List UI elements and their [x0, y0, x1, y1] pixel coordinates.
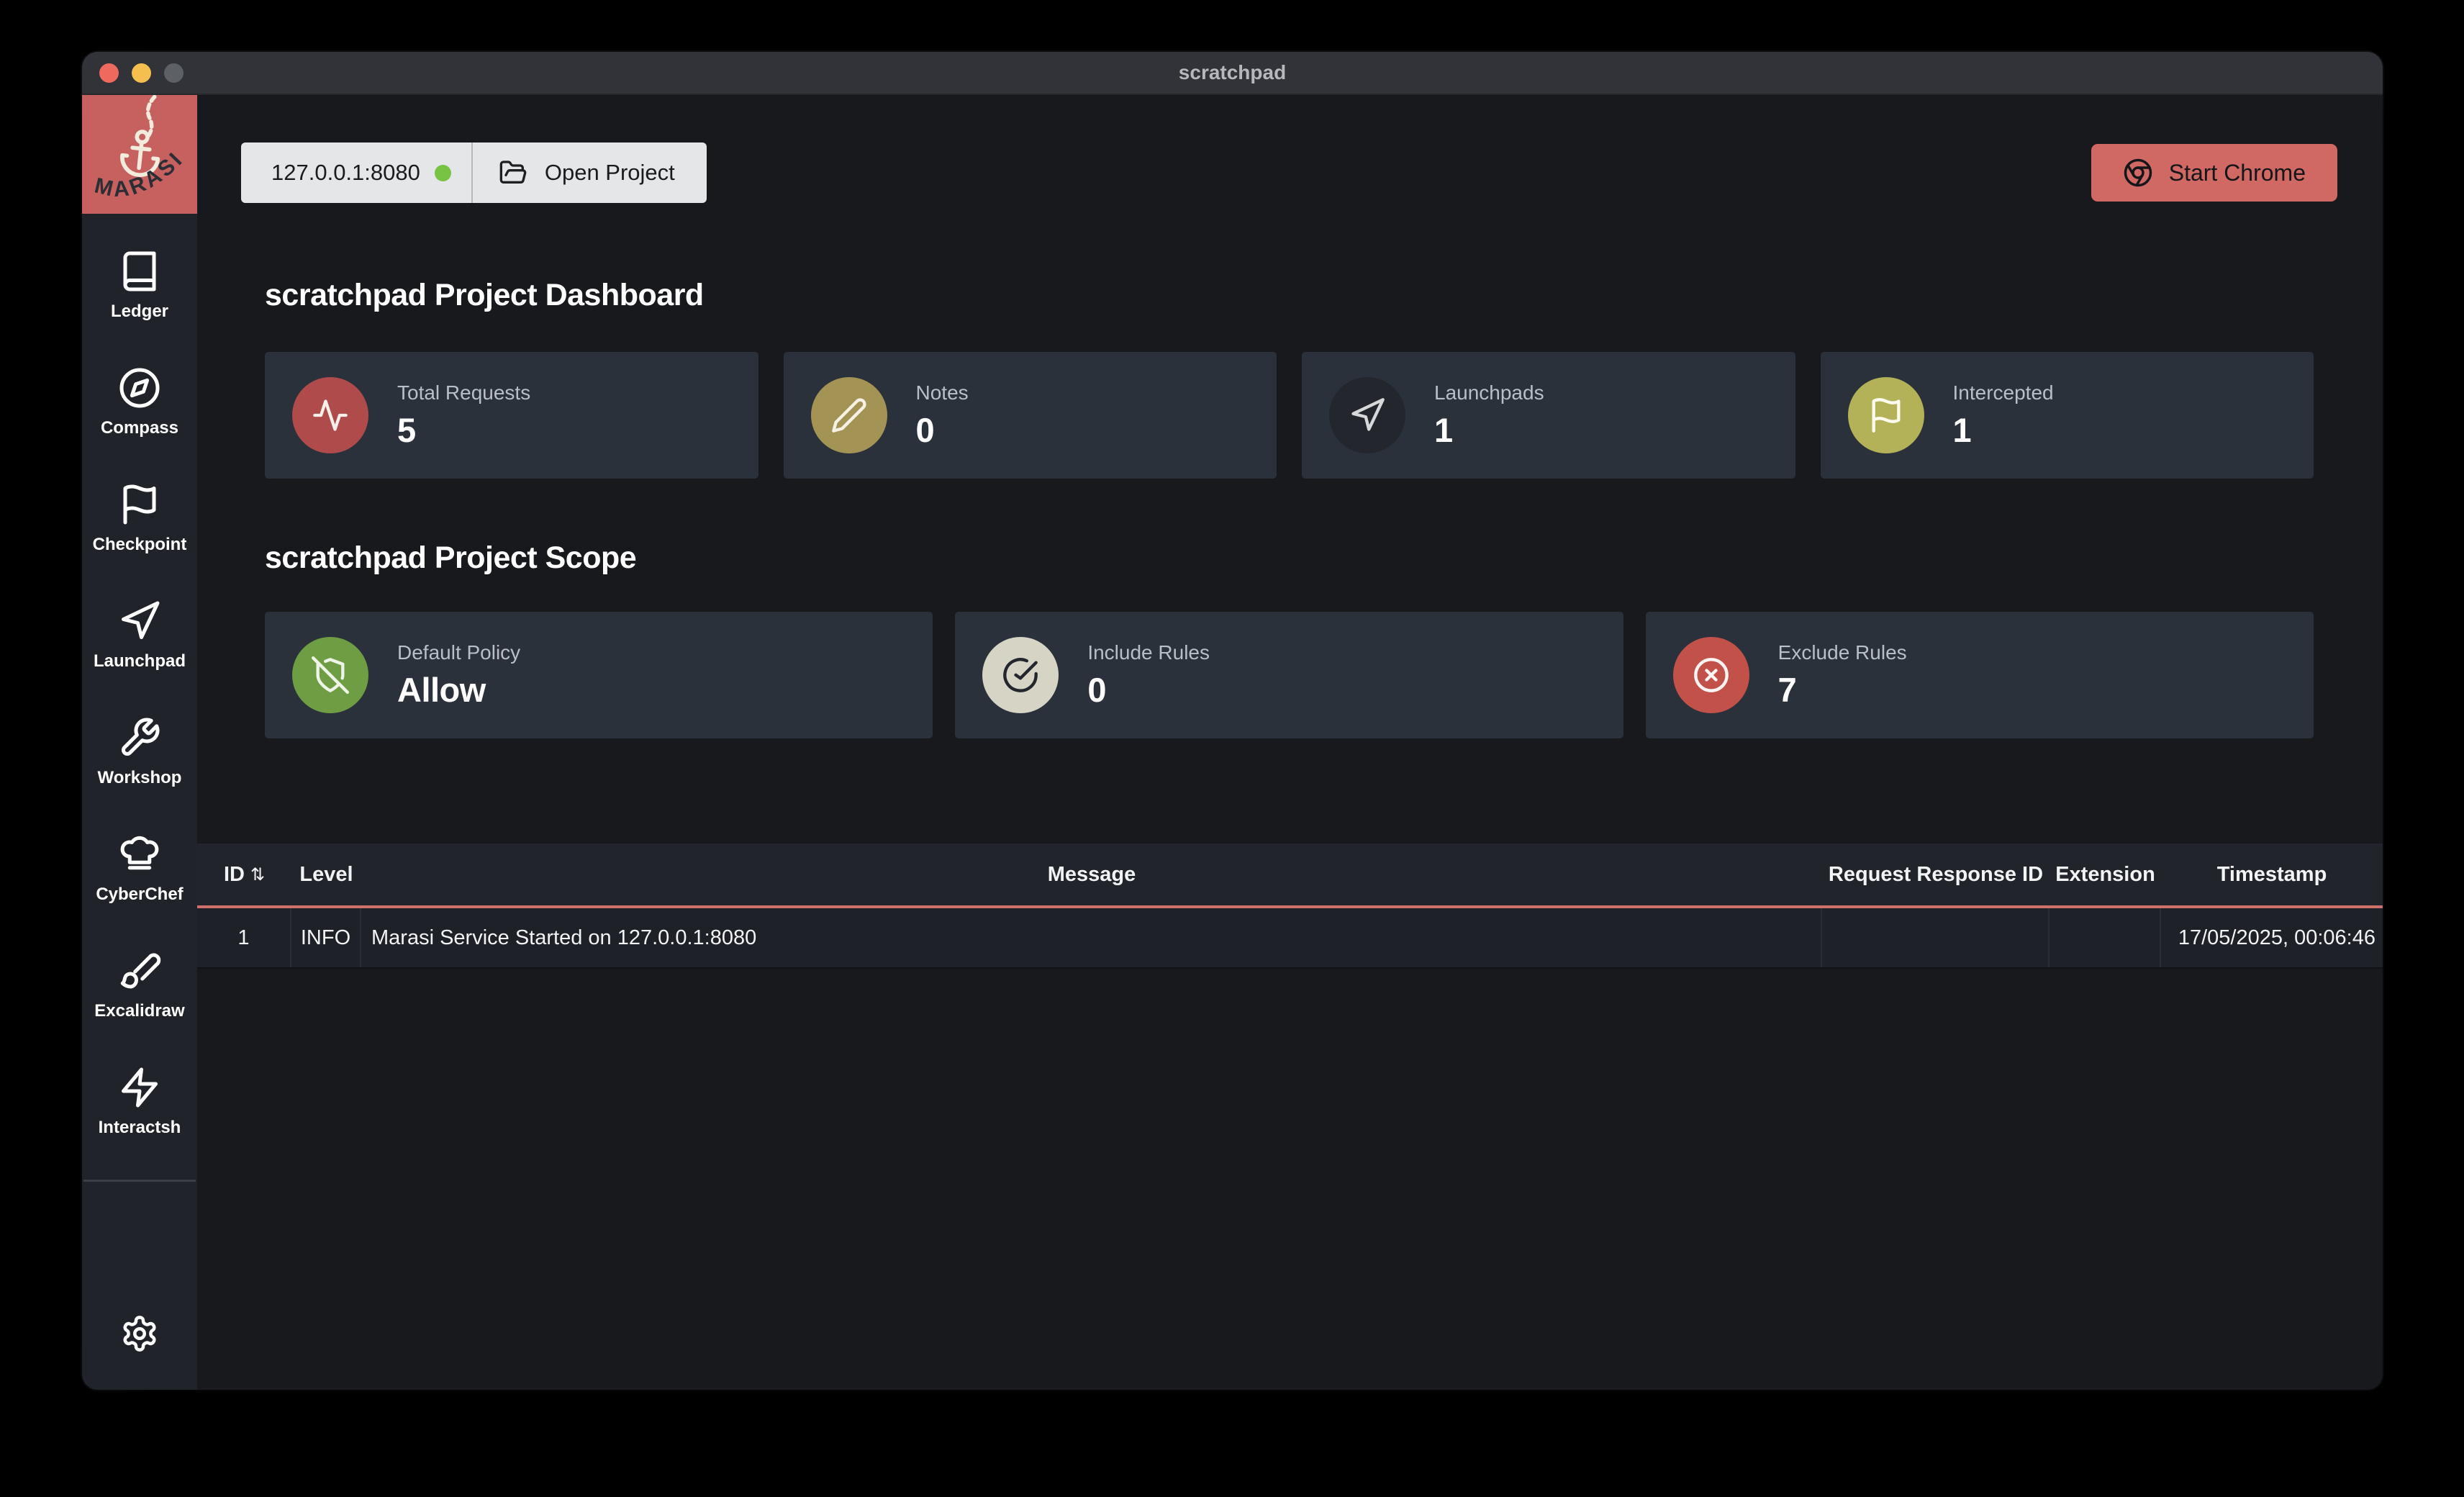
x-circle-icon — [1693, 656, 1730, 694]
wrench-icon — [118, 716, 161, 759]
proxy-control: 127.0.0.1:8080 Open Project — [241, 143, 707, 203]
log-cell-timestamp: 17/05/2025, 00:06:46 — [2161, 908, 2383, 967]
window-title: scratchpad — [1179, 61, 1286, 84]
scope-label: Default Policy — [397, 641, 520, 664]
dashboard-title: scratchpad Project Dashboard — [265, 278, 2314, 313]
proxy-status-dot — [435, 165, 451, 181]
log-table-header: ID⇅ Level Message Request Response ID Ex… — [197, 844, 2383, 908]
sidebar-divider — [83, 1180, 196, 1182]
sidebar-nav: Ledger Compass Check — [93, 250, 187, 1138]
sort-icon: ⇅ — [250, 864, 265, 885]
proxy-address-label: 127.0.0.1:8080 — [271, 160, 420, 186]
book-icon — [118, 250, 161, 293]
stat-value: 1 — [1434, 410, 1544, 450]
proxy-address[interactable]: 127.0.0.1:8080 — [241, 143, 471, 203]
stat-card-intercepted: Intercepted 1 — [1821, 352, 2314, 479]
scope-title: scratchpad Project Scope — [265, 541, 2314, 576]
scope-card-exclude-rules: Exclude Rules 7 — [1646, 612, 2314, 738]
toolbar: 127.0.0.1:8080 Open Project — [197, 95, 2383, 203]
open-project-label: Open Project — [545, 160, 675, 186]
stat-value: 0 — [916, 410, 969, 450]
start-chrome-label: Start Chrome — [2169, 160, 2306, 186]
log-cell-id: 1 — [197, 908, 291, 967]
scope-value: 7 — [1778, 670, 1907, 710]
activity-icon — [312, 397, 349, 434]
desktop-background: scratchpad — [0, 0, 2464, 1497]
stat-label: Launchpads — [1434, 381, 1544, 404]
column-header-id[interactable]: ID⇅ — [197, 844, 291, 905]
stat-label: Notes — [916, 381, 969, 404]
sidebar-item-interactsh[interactable]: Interactsh — [99, 1066, 181, 1138]
main-panel: 127.0.0.1:8080 Open Project — [197, 95, 2383, 1390]
sidebar-item-workshop[interactable]: Workshop — [98, 716, 182, 788]
stat-label: Total Requests — [397, 381, 530, 404]
log-cell-extension — [2049, 908, 2161, 967]
log-table-row[interactable]: 1 INFO Marasi Service Started on 127.0.0… — [197, 908, 2383, 969]
log-cell-level: INFO — [291, 908, 361, 967]
lightning-icon — [118, 1066, 161, 1109]
marasi-logo: MARASI — [82, 95, 197, 214]
start-chrome-button[interactable]: Start Chrome — [2091, 144, 2337, 202]
chef-hat-icon — [118, 833, 161, 876]
titlebar: scratchpad — [82, 52, 2383, 95]
close-window-button[interactable] — [99, 63, 119, 83]
scope-label: Include Rules — [1087, 641, 1210, 664]
shield-off-icon — [312, 656, 349, 694]
sidebar-item-ledger[interactable]: Ledger — [111, 250, 168, 322]
column-header-timestamp[interactable]: Timestamp — [2161, 844, 2383, 905]
sidebar-item-checkpoint[interactable]: Checkpoint — [93, 483, 187, 555]
flag-icon — [1867, 397, 1905, 434]
scope-value: Allow — [397, 670, 520, 710]
scope-value: 0 — [1087, 670, 1210, 710]
column-header-message[interactable]: Message — [361, 844, 1822, 905]
stat-card-notes: Notes 0 — [784, 352, 1277, 479]
pencil-icon — [830, 397, 868, 434]
column-header-level[interactable]: Level — [291, 844, 361, 905]
sidebar-item-compass[interactable]: Compass — [101, 366, 178, 438]
log-cell-request-response-id — [1822, 908, 2049, 967]
paper-plane-icon — [1349, 397, 1386, 434]
column-header-extension[interactable]: Extension — [2049, 844, 2161, 905]
scope-card-default-policy: Default Policy Allow — [265, 612, 933, 738]
app-window: scratchpad — [82, 52, 2383, 1390]
scope-cards: Default Policy Allow — [265, 612, 2314, 738]
folder-open-icon — [499, 158, 527, 187]
chain-icon — [147, 97, 155, 139]
stat-value: 1 — [1953, 410, 2054, 450]
column-header-request-response-id[interactable]: Request Response ID — [1822, 844, 2049, 905]
open-project-button[interactable]: Open Project — [473, 143, 707, 203]
sidebar: MARASI Ledger — [82, 95, 197, 1390]
stat-card-total-requests: Total Requests 5 — [265, 352, 758, 479]
sidebar-item-launchpad[interactable]: Launchpad — [94, 600, 186, 671]
gear-icon — [120, 1314, 159, 1353]
settings-button[interactable] — [120, 1314, 159, 1357]
compass-icon — [118, 366, 161, 410]
window-controls — [99, 52, 184, 94]
flag-icon — [118, 483, 161, 526]
stat-value: 5 — [397, 410, 530, 450]
scope-label: Exclude Rules — [1778, 641, 1907, 664]
minimize-window-button[interactable] — [132, 63, 151, 83]
log-table: ID⇅ Level Message Request Response ID Ex… — [197, 844, 2383, 969]
scope-card-include-rules: Include Rules 0 — [955, 612, 1623, 738]
check-circle-icon — [1002, 656, 1039, 694]
log-cell-message: Marasi Service Started on 127.0.0.1:8080 — [361, 908, 1822, 967]
chrome-icon — [2123, 158, 2153, 188]
stat-card-launchpads: Launchpads 1 — [1302, 352, 1795, 479]
sidebar-item-excalidraw[interactable]: Excalidraw — [94, 949, 184, 1021]
dashboard-stats: Total Requests 5 Notes — [265, 352, 2314, 479]
paintbrush-icon — [118, 949, 161, 992]
sidebar-item-cyberchef[interactable]: CyberChef — [96, 833, 183, 905]
zoom-window-button[interactable] — [164, 63, 184, 83]
stat-label: Intercepted — [1953, 381, 2054, 404]
paper-plane-icon — [118, 600, 161, 643]
